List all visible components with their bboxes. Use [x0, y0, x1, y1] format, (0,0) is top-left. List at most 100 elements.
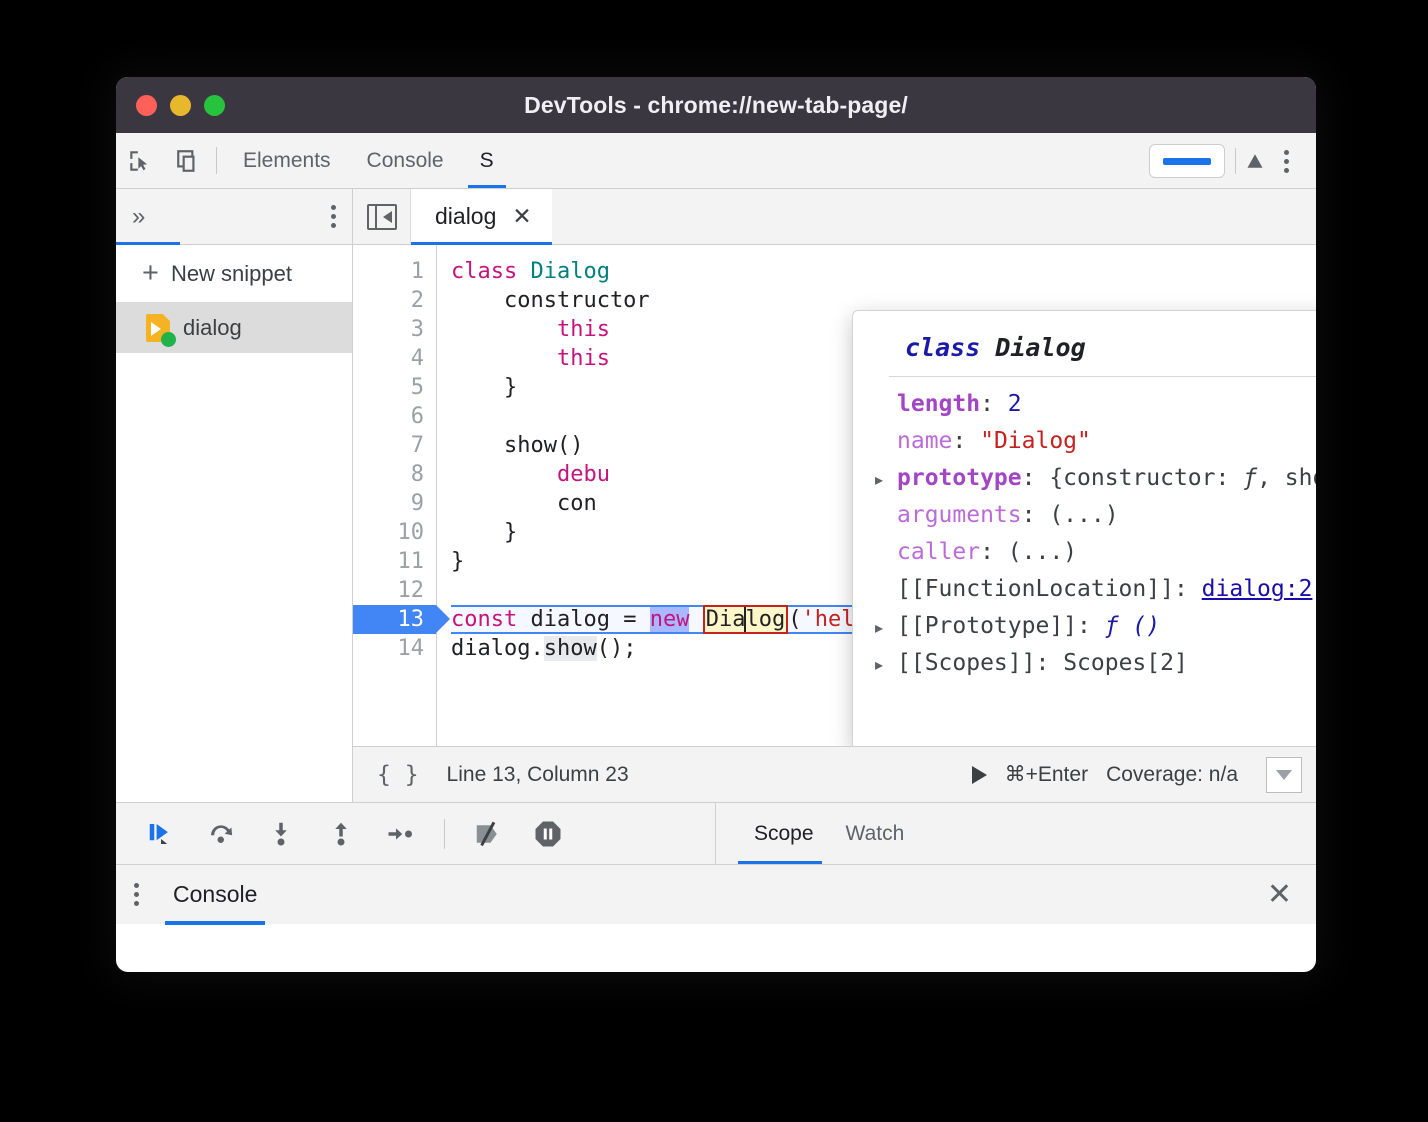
popover-title-name: Dialog	[995, 333, 1085, 362]
property-separator: :	[1077, 609, 1105, 644]
deactivate-breakpoints-icon[interactable]	[471, 817, 505, 851]
expand-arrow-icon[interactable]: ▸	[875, 648, 897, 683]
source-location-link[interactable]: dialog:2	[1202, 576, 1313, 602]
property-name: [[Prototype]]	[897, 609, 1077, 644]
editor-tabbar: dialog ✕	[353, 189, 1316, 245]
toolbar-divider	[216, 147, 217, 174]
property-row-length[interactable]: ▸ length : 2	[853, 387, 1316, 424]
line-number[interactable]: 4	[353, 344, 436, 373]
property-value: 2	[1008, 387, 1022, 422]
snippet-item-dialog[interactable]: dialog	[116, 303, 352, 353]
tab-sources-label: S	[480, 149, 494, 173]
property-value: (...)	[1049, 498, 1118, 533]
warning-icon[interactable]	[1246, 152, 1264, 170]
window-titlebar: DevTools - chrome://new-tab-page/	[116, 77, 1316, 133]
collapse-sidebar-icon[interactable]	[353, 189, 411, 244]
line-number[interactable]: 12	[353, 576, 436, 605]
chevron-down-icon	[1276, 770, 1292, 780]
close-button[interactable]	[136, 95, 157, 116]
expand-arrow-placeholder: ▸	[875, 426, 897, 461]
property-separator: :	[1022, 498, 1050, 533]
property-name: arguments	[897, 498, 1022, 533]
navigator-menu-kebab-icon[interactable]	[331, 205, 336, 228]
pill-indicator	[1163, 158, 1211, 165]
new-snippet-label: New snippet	[171, 261, 292, 287]
debugger-row: Scope Watch	[116, 802, 1316, 864]
tab-elements[interactable]: Elements	[225, 133, 349, 188]
drawer-menu-kebab-icon[interactable]	[134, 883, 139, 906]
property-row-function-location[interactable]: ▸ [[FunctionLocation]] : dialog:2	[853, 572, 1316, 609]
line-number[interactable]: 10	[353, 518, 436, 547]
drawer-tab-console[interactable]: Console	[165, 865, 265, 925]
close-icon[interactable]: ✕	[1267, 880, 1292, 910]
run-snippet-icon[interactable]	[972, 766, 987, 784]
line-number[interactable]: 9	[353, 489, 436, 518]
object-preview-popover[interactable]: class Dialog ▸ length : 2 ▸ name :	[852, 310, 1316, 746]
new-snippet-button[interactable]: + New snippet	[116, 245, 352, 303]
property-value: Scopes[2]	[1063, 646, 1188, 681]
property-name: caller	[897, 535, 980, 570]
line-number[interactable]: 6	[353, 402, 436, 431]
devtools-main-menu-kebab-icon[interactable]	[1266, 133, 1306, 189]
line-number[interactable]: 1	[353, 257, 436, 286]
coverage-label: Coverage: n/a	[1106, 763, 1238, 787]
tab-console-label: Console	[367, 149, 444, 173]
line-number[interactable]: 14	[353, 634, 436, 663]
code-token-hovered-identifier[interactable]: Dialog	[703, 605, 789, 634]
drawer-tab-label: Console	[173, 881, 257, 908]
property-row-prototype[interactable]: ▸ prototype : {constructor: ƒ, show: ƒ}	[853, 461, 1316, 498]
line-number[interactable]: 5	[353, 373, 436, 402]
tab-sources[interactable]: S	[462, 133, 512, 188]
expand-arrow-icon[interactable]: ▸	[875, 463, 897, 498]
popover-divider	[889, 376, 1316, 377]
close-icon[interactable]: ✕	[512, 203, 531, 230]
navigator-more-tabs-icon[interactable]: »	[132, 205, 145, 229]
pretty-print-icon[interactable]: { }	[367, 762, 429, 788]
step-over-next-function-call-icon[interactable]	[204, 817, 238, 851]
property-row-prototype-internal[interactable]: ▸ [[Prototype]] : ƒ ()	[853, 609, 1316, 646]
plus-icon: +	[142, 259, 159, 288]
maximize-button[interactable]	[204, 95, 225, 116]
inspect-element-icon[interactable]	[116, 133, 164, 188]
settings-pill-button[interactable]	[1149, 144, 1225, 178]
property-separator: :	[952, 424, 980, 459]
code-editor[interactable]: 1 2 3 4 5 6 7 8 9 10 11 12 13 14 class D…	[353, 245, 1316, 746]
line-number[interactable]: 7	[353, 431, 436, 460]
navigator-pane: » + New snippet dialog	[116, 189, 353, 802]
editor-statusbar: { } Line 13, Column 23 ⌘+Enter Coverage:…	[353, 746, 1316, 802]
coverage-toggle-button[interactable]	[1266, 757, 1302, 793]
code-line: class Dialog	[451, 257, 1316, 286]
expand-arrow-icon[interactable]: ▸	[875, 611, 897, 646]
snippet-status-dot-icon	[161, 332, 176, 347]
toolbar-right-group	[1149, 133, 1264, 189]
property-row-scopes[interactable]: ▸ [[Scopes]] : Scopes[2]	[853, 646, 1316, 683]
code-token-method: show	[544, 636, 597, 661]
line-number[interactable]: 2	[353, 286, 436, 315]
tab-scope-label: Scope	[754, 822, 814, 846]
resume-script-execution-icon[interactable]	[144, 817, 178, 851]
expand-arrow-placeholder: ▸	[875, 537, 897, 572]
expand-arrow-placeholder: ▸	[875, 574, 897, 609]
editor-tab-dialog[interactable]: dialog ✕	[411, 189, 552, 244]
line-number-gutter: 1 2 3 4 5 6 7 8 9 10 11 12 13 14	[353, 245, 437, 746]
property-separator: :	[1035, 646, 1063, 681]
property-value: dialog:2	[1202, 572, 1313, 607]
minimize-button[interactable]	[170, 95, 191, 116]
step-out-of-current-function-icon[interactable]	[324, 817, 358, 851]
property-row-caller[interactable]: ▸ caller : (...)	[853, 535, 1316, 572]
traffic-lights	[136, 77, 225, 133]
line-number[interactable]: 11	[353, 547, 436, 576]
property-name: prototype	[897, 461, 1022, 496]
step-into-next-function-call-icon[interactable]	[264, 817, 298, 851]
device-toolbar-icon[interactable]	[164, 133, 212, 188]
tab-watch[interactable]: Watch	[830, 803, 921, 864]
property-row-name[interactable]: ▸ name : "Dialog"	[853, 424, 1316, 461]
property-row-arguments[interactable]: ▸ arguments : (...)	[853, 498, 1316, 535]
step-icon[interactable]	[384, 817, 418, 851]
tab-scope[interactable]: Scope	[738, 803, 830, 864]
line-number[interactable]: 8	[353, 460, 436, 489]
line-number-executing[interactable]: 13	[353, 605, 436, 634]
pause-on-exceptions-icon[interactable]	[531, 817, 565, 851]
line-number[interactable]: 3	[353, 315, 436, 344]
tab-console[interactable]: Console	[349, 133, 462, 188]
